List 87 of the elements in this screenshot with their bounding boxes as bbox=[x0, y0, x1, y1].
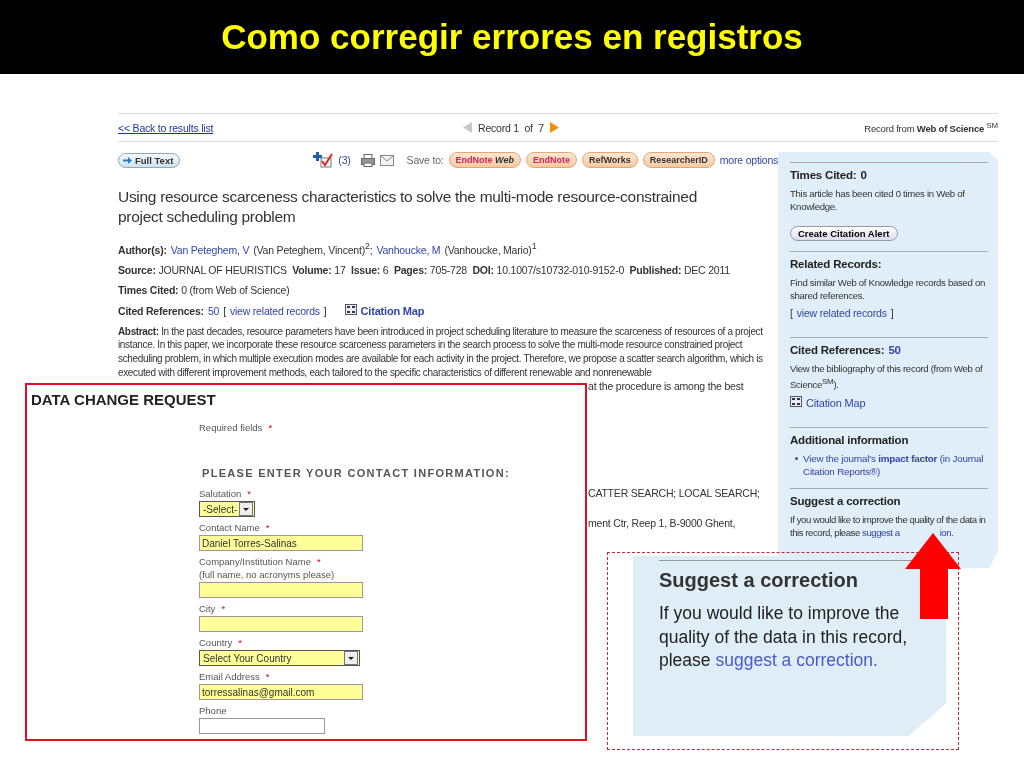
back-link[interactable]: << Back to results list bbox=[118, 121, 463, 134]
arrow-icon bbox=[123, 156, 132, 164]
field-label: Contact Name bbox=[199, 522, 260, 533]
select-field[interactable]: Select Your Country bbox=[199, 650, 360, 666]
required-mark: * bbox=[247, 488, 251, 499]
authors-label: Author(s): bbox=[118, 243, 167, 256]
grid-icon bbox=[344, 303, 357, 315]
times-cited-line: Times Cited: 0 (from Web of Science) bbox=[118, 283, 290, 296]
print-icon[interactable] bbox=[360, 153, 375, 167]
citation-map-link[interactable]: Citation Map bbox=[806, 397, 866, 410]
input-field[interactable] bbox=[199, 718, 325, 734]
caret-icon bbox=[344, 651, 358, 665]
slide-title: Como corregir errores en registros bbox=[221, 17, 803, 57]
marked-count[interactable]: (3) bbox=[338, 154, 351, 166]
input-field[interactable] bbox=[199, 616, 363, 632]
required-note: Required fields bbox=[199, 422, 263, 433]
grid-icon bbox=[790, 396, 802, 408]
impact-factor-link[interactable]: View the journal's impact factor (in Journal Citation Reports®) bbox=[803, 452, 988, 479]
save-button[interactable]: ResearcherID bbox=[642, 152, 715, 168]
count: 0 bbox=[860, 169, 867, 181]
save-to-label: Save to: bbox=[406, 154, 444, 166]
create-alert-button[interactable]: Create Citation Alert bbox=[790, 226, 898, 241]
required-mark: * bbox=[221, 603, 226, 614]
field-label: City bbox=[199, 603, 216, 614]
section-text: Find similar Web of Knowledge records based on shared references. bbox=[790, 276, 987, 302]
bracket: [ bbox=[790, 307, 793, 319]
section-heading: Related Records: bbox=[790, 258, 882, 270]
input-field[interactable]: torressalinas@gmail.com bbox=[199, 684, 363, 700]
select-field[interactable]: -Select- bbox=[199, 501, 255, 517]
caret-icon bbox=[239, 502, 253, 516]
section-heading: Additional information bbox=[790, 434, 909, 447]
suggest-link[interactable]: suggest a correction. bbox=[715, 650, 878, 670]
section-text: This article has been cited 0 times in Web of Knowledge. bbox=[790, 187, 966, 213]
field-hint: (full name, no acronyms please) bbox=[199, 569, 335, 580]
suggest-link[interactable]: ion. bbox=[939, 527, 954, 539]
count-link[interactable]: 50 bbox=[888, 344, 901, 356]
field-label: Salutation bbox=[199, 488, 242, 499]
save-button[interactable]: EndNote bbox=[525, 152, 577, 168]
section-heading: Times Cited: bbox=[790, 169, 857, 181]
more-options-link[interactable]: more options bbox=[719, 154, 779, 166]
address-text: ment Ctr, Reep 1, B-9000 Ghent, bbox=[588, 516, 736, 529]
save-button[interactable]: EndNote Web bbox=[448, 152, 521, 168]
section-heading: Cited References: bbox=[790, 344, 885, 356]
required-mark: * bbox=[238, 637, 242, 648]
abstract: Abstract: In the past decades, resource parameters have been introduced in project scheduling literature to measure the scarceness of resources of a project instance. In this paper, we incorporate these resource scarceness parameters in the search process to solve the multi-mode resource constrained project scheduling problem, in which multiple execution modes are available for each activity in the project. Therefore, we propose a scatter search algorithm, which is executed with different improvement methods, each tailored to the specific characteristics of different renewable and nonrenewable bbox=[118, 324, 764, 380]
author-name: (Van Peteghem, Vincent)$^{2}$; bbox=[253, 241, 373, 256]
count-link[interactable]: 50 bbox=[207, 304, 220, 317]
record-position: Record 1 of 7 bbox=[478, 121, 544, 134]
author-link[interactable]: Van Peteghem, V bbox=[170, 243, 250, 256]
mail-icon[interactable] bbox=[379, 154, 394, 166]
input-field[interactable] bbox=[199, 582, 363, 598]
field-label: Email Address bbox=[199, 671, 260, 682]
abstract-text: at the procedure is among the best bbox=[588, 379, 744, 392]
required-mark: * bbox=[316, 556, 321, 567]
keywords-text: CATTER SEARCH; LOCAL SEARCH; bbox=[588, 486, 760, 499]
author-link[interactable]: Vanhoucke, M bbox=[376, 243, 441, 256]
related-records-link[interactable]: view related records bbox=[229, 304, 320, 317]
section-text: View the bibliography of this record (from Web of Science$^{SM}$). bbox=[790, 362, 984, 392]
section-text: If you would like to improve the quality of the data in this record, please suggest a ion. bbox=[790, 513, 987, 540]
field-label: Company/Institution Name bbox=[199, 556, 311, 567]
panel-title: DATA CHANGE REQUEST bbox=[31, 391, 217, 408]
bracket: ] bbox=[890, 307, 894, 319]
required-mark: * bbox=[265, 522, 270, 533]
required-mark: * bbox=[268, 422, 273, 433]
bullet-icon bbox=[795, 457, 798, 461]
full-text-button[interactable]: Full Text bbox=[118, 152, 181, 168]
section-heading: PLEASE ENTER YOUR CONTACT INFORMATION: bbox=[202, 467, 511, 479]
article-title: Using resource scarceness characteristics to solve the multi-mode resource-constrained project scheduling problem bbox=[118, 187, 698, 227]
author-name: (Vanhoucke, Mario)$^{1}$ bbox=[444, 241, 537, 256]
callout-text: If you would like to improve the quality of the data in this record, please suggest a correction. bbox=[659, 602, 909, 672]
cited-references-label: Cited References: bbox=[118, 304, 204, 317]
next-icon[interactable] bbox=[549, 122, 559, 133]
section-heading: Suggest a correction bbox=[790, 495, 901, 508]
previous-icon[interactable] bbox=[463, 122, 472, 133]
field-label: Phone bbox=[199, 705, 227, 716]
citation-map-link[interactable]: Citation Map bbox=[360, 304, 425, 317]
suggest-link[interactable]: suggest a bbox=[862, 527, 900, 539]
required-mark: * bbox=[265, 671, 270, 682]
related-records-link[interactable]: view related records bbox=[796, 307, 887, 319]
record-source: Record from Web of Science $^{SM}$ bbox=[864, 120, 998, 135]
add-check-icon[interactable] bbox=[313, 152, 334, 168]
bracket: [ bbox=[223, 304, 226, 317]
save-button[interactable]: RefWorks bbox=[581, 152, 638, 168]
source-line: Source: JOURNAL OF HEURISTICS Volume: 17 Issue: 6 Pages: 705-728 DOI: 10.1007/s10732-010-9152-0 Published: DEC 2011 bbox=[118, 263, 730, 276]
input-field[interactable]: Daniel Torres-Salinas bbox=[199, 535, 363, 551]
bracket: ] bbox=[323, 304, 327, 317]
field-label: Country bbox=[199, 637, 233, 648]
